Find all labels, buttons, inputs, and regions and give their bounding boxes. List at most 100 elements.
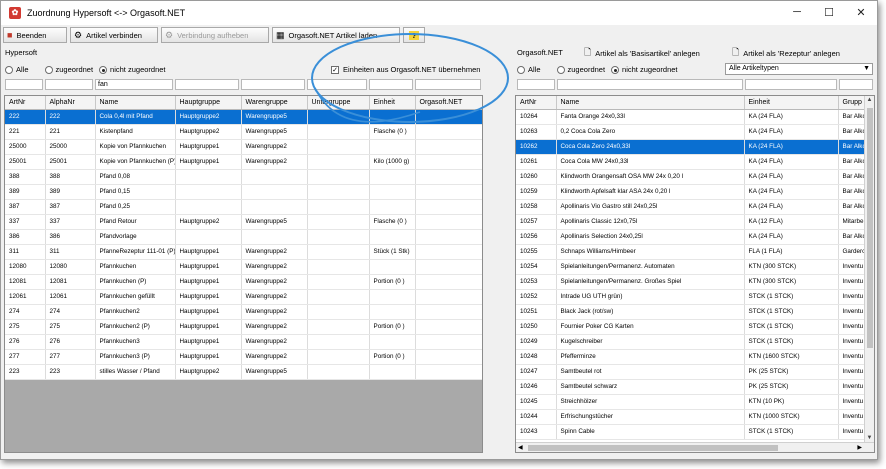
left-table-row[interactable]: 25001 25001 Kopie von Pfannkuchen (P) Haupt…: [5, 154, 482, 170]
left-table-row[interactable]: 12080 12080 Pfannkuchen Hauptgruppe1 Warengr…: [5, 259, 482, 275]
filter-right-gruppe[interactable]: [839, 79, 873, 90]
scroll-left-icon[interactable]: ◀: [518, 444, 523, 451]
units-checkbox[interactable]: ✓: [331, 65, 339, 74]
scroll-down-icon[interactable]: ▼: [865, 435, 874, 441]
left-table-row[interactable]: 311 311 PfanneRezeptur 111-01 (P) Hauptgrup…: [5, 244, 482, 260]
left-col-header[interactable]: ArtNr: [5, 96, 46, 110]
calendar-icon: ▦: [276, 29, 285, 40]
right-col-header[interactable]: ArtNr: [516, 96, 557, 110]
right-cell: 10246: [516, 379, 557, 395]
left-table-row[interactable]: 12061 12061 Pfannkuchen gefüllt Hauptgruppe…: [5, 289, 482, 305]
right-table-row[interactable]: 10254 Spielanleitungen/Permanenz. Automat…: [516, 259, 867, 275]
right-col-header[interactable]: Einheit: [744, 96, 839, 110]
left-col-header[interactable]: Warengruppe: [241, 96, 308, 110]
right-table-row[interactable]: 10262 Coca Cola Zero 24x0,33l KA (24 FLA) B…: [516, 139, 867, 155]
left-table-row[interactable]: 276 276 Pfannkuchen3 Hauptgruppe1 Warengrupp…: [5, 334, 482, 350]
vertical-scrollbar[interactable]: ▲ ▼: [864, 96, 874, 442]
filter-name[interactable]: fan: [95, 79, 173, 90]
right-cell: Inventu: [838, 424, 867, 440]
verbindung-aufheben-button[interactable]: ⚙ Verbindung aufheben: [161, 27, 269, 43]
left-col-header[interactable]: Name: [95, 96, 176, 110]
filter-right-einheit[interactable]: [745, 79, 837, 90]
horizontal-scrollbar[interactable]: ◀ ▶: [516, 442, 874, 452]
left-table-row[interactable]: 25000 25000 Kopie von Pfannkuchen Hauptgrup…: [5, 139, 482, 155]
right-col-header[interactable]: Name: [556, 96, 745, 110]
basisartikel-button[interactable]: 🗋 Artikel als 'Basisartikel' anlegen: [581, 45, 721, 61]
filter-alphanr[interactable]: [45, 79, 93, 90]
left-col-header[interactable]: Untergruppe: [307, 96, 370, 110]
right-table-row[interactable]: 10247 Samtbeutel rot PK (25 STCK) Inventu: [516, 364, 867, 380]
right-table-row[interactable]: 10252 Intrade UG UTH grün) STCK (1 STCK) In…: [516, 289, 867, 305]
orgasoft-laden-button[interactable]: ▦ Orgasoft.NET Artikel laden: [272, 27, 400, 43]
filter-hauptgruppe[interactable]: [175, 79, 239, 90]
right-table-row[interactable]: 10248 Pfefferminze KTN (1600 STCK) Inventu: [516, 349, 867, 365]
right-table-row[interactable]: 10249 Kugelschreiber STCK (1 STCK) Inventu: [516, 334, 867, 350]
left-table-row[interactable]: 221 221 Kistenpfand Hauptgruppe2 Warengruppe…: [5, 124, 482, 140]
beenden-label: Beenden: [16, 30, 47, 40]
right-table-row[interactable]: 10264 Fanta Orange 24x0,33l KA (24 FLA) Bar…: [516, 109, 867, 125]
right-table-row[interactable]: 10261 Coca Cola MW 24x0,33l KA (24 FLA) Bar…: [516, 154, 867, 170]
filter-artnr[interactable]: [5, 79, 43, 90]
right-table-row[interactable]: 10260 Klindworth Orangensaft OSA MW 24x 0…: [516, 169, 867, 185]
left-radio-all[interactable]: Alle: [5, 65, 29, 74]
left-table-row[interactable]: 222 222 Cola 0,4l mit Pfand Hauptgruppe2 War…: [5, 109, 482, 125]
right-table-row[interactable]: 10251 Black Jack (rot/sw) STCK (1 STCK) Inv…: [516, 304, 867, 320]
right-table-row[interactable]: 10255 Schnaps Williams/Himbeer FLA (1 FLA)…: [516, 244, 867, 260]
left-radio-unassigned[interactable]: nicht zugeordnet: [99, 65, 166, 74]
filter-orgasoft[interactable]: [415, 79, 481, 90]
left-cell: Hauptgruppe2: [175, 364, 242, 380]
right-table-row[interactable]: 10257 Apollinaris Classic 12x0,75l KA (12 …: [516, 214, 867, 230]
left-table-row[interactable]: 223 223 stilles Wasser / Pfand Hauptgruppe2…: [5, 364, 482, 380]
right-table-row[interactable]: 10245 Streichhölzer KTN (10 PK) Inventu: [516, 394, 867, 410]
left-table-row[interactable]: 386 386 Pfandvorlage: [5, 229, 482, 245]
artikel-verbinden-button[interactable]: ⚙ Artikel verbinden: [70, 27, 158, 43]
orgasoft-grid: ArtNr Name Einheit Grupp 10264 Fanta Orange …: [515, 95, 875, 453]
maximize-icon[interactable]: ☐: [813, 1, 845, 23]
left-table-row[interactable]: 389 389 Pfand 0,15: [5, 184, 482, 200]
help-button[interactable]: ?: [403, 27, 425, 43]
left-col-header[interactable]: AlphaNr: [45, 96, 96, 110]
beenden-button[interactable]: ■ Beenden: [3, 27, 67, 43]
left-table-row[interactable]: 388 388 Pfand 0,08: [5, 169, 482, 185]
left-table-row[interactable]: 387 387 Pfand 0,25: [5, 199, 482, 215]
filter-warengruppe[interactable]: [241, 79, 305, 90]
scroll-up-icon[interactable]: ▲: [865, 97, 874, 103]
filter-einheit[interactable]: [369, 79, 413, 90]
right-cell: 10254: [516, 259, 557, 275]
right-table-row[interactable]: 10263 0,2 Coca Cola Zero KA (24 FLA) Bar Al…: [516, 124, 867, 140]
right-table-row[interactable]: 10246 Samtbeutel schwarz PK (25 STCK) Inven…: [516, 379, 867, 395]
right-table-row[interactable]: 10256 Apollinaris Selection 24x0,25l KA (2…: [516, 229, 867, 245]
artikeltyp-select[interactable]: Alle Artikeltypen ▼: [725, 63, 873, 75]
right-table-row[interactable]: 10253 Spielanleitungen/Permanenz. Großes …: [516, 274, 867, 290]
left-col-header[interactable]: Hauptgruppe: [175, 96, 242, 110]
left-table-row[interactable]: 274 274 Pfannkuchen2 Hauptgruppe1 Warengrupp…: [5, 304, 482, 320]
left-col-header[interactable]: Orgasoft.NET: [415, 96, 482, 110]
filter-untergruppe[interactable]: [307, 79, 367, 90]
scroll-right-icon[interactable]: ▶: [857, 444, 862, 451]
right-table-row[interactable]: 10259 Klindworth Apfelsaft klar ASA 24x 0…: [516, 184, 867, 200]
left-cell: [369, 109, 416, 125]
right-col-header[interactable]: Grupp: [838, 96, 867, 110]
rezeptur-button[interactable]: 🗋 Artikel als 'Rezeptur' anlegen: [729, 45, 863, 61]
right-table-row[interactable]: 10243 Spinn Cable STCK (1 STCK) Inventu: [516, 424, 867, 440]
left-table-row[interactable]: 275 275 Pfannkuchen2 (P) Hauptgruppe1 Wareng…: [5, 319, 482, 335]
right-table-row[interactable]: 10250 Fournier Poker CG Karten STCK (1 STC…: [516, 319, 867, 335]
left-table-row[interactable]: 12081 12081 Pfannkuchen (P) Hauptgruppe1 War…: [5, 274, 482, 290]
left-radio-assigned[interactable]: zugeordnet: [44, 65, 93, 74]
units-checkbox-row[interactable]: ✓ Einheiten aus Orgasoft.NET übernehmen: [331, 65, 480, 74]
right-table-row[interactable]: 10258 Apollinaris Vio Gastro still 24x0,2…: [516, 199, 867, 215]
right-radio-all[interactable]: Alle: [517, 65, 541, 74]
right-table-row[interactable]: 10244 Erfrischungstücher KTN (1000 STCK) In…: [516, 409, 867, 425]
scroll-thumb[interactable]: [867, 108, 873, 348]
left-cell: [369, 199, 416, 215]
left-col-header[interactable]: Einheit: [369, 96, 416, 110]
hscroll-thumb[interactable]: [528, 445, 778, 451]
minimize-icon[interactable]: ─: [781, 1, 813, 23]
right-radio-assigned[interactable]: zugeordnet: [556, 65, 605, 74]
filter-right-artnr[interactable]: [517, 79, 555, 90]
close-icon[interactable]: ✕: [845, 1, 877, 23]
right-radio-unassigned[interactable]: nicht zugeordnet: [611, 65, 678, 74]
filter-right-name[interactable]: [557, 79, 743, 90]
left-table-row[interactable]: 277 277 Pfannkuchen3 (P) Hauptgruppe1 Wareng…: [5, 349, 482, 365]
left-table-row[interactable]: 337 337 Pfand Retour Hauptgruppe2 Warengrupp…: [5, 214, 482, 230]
